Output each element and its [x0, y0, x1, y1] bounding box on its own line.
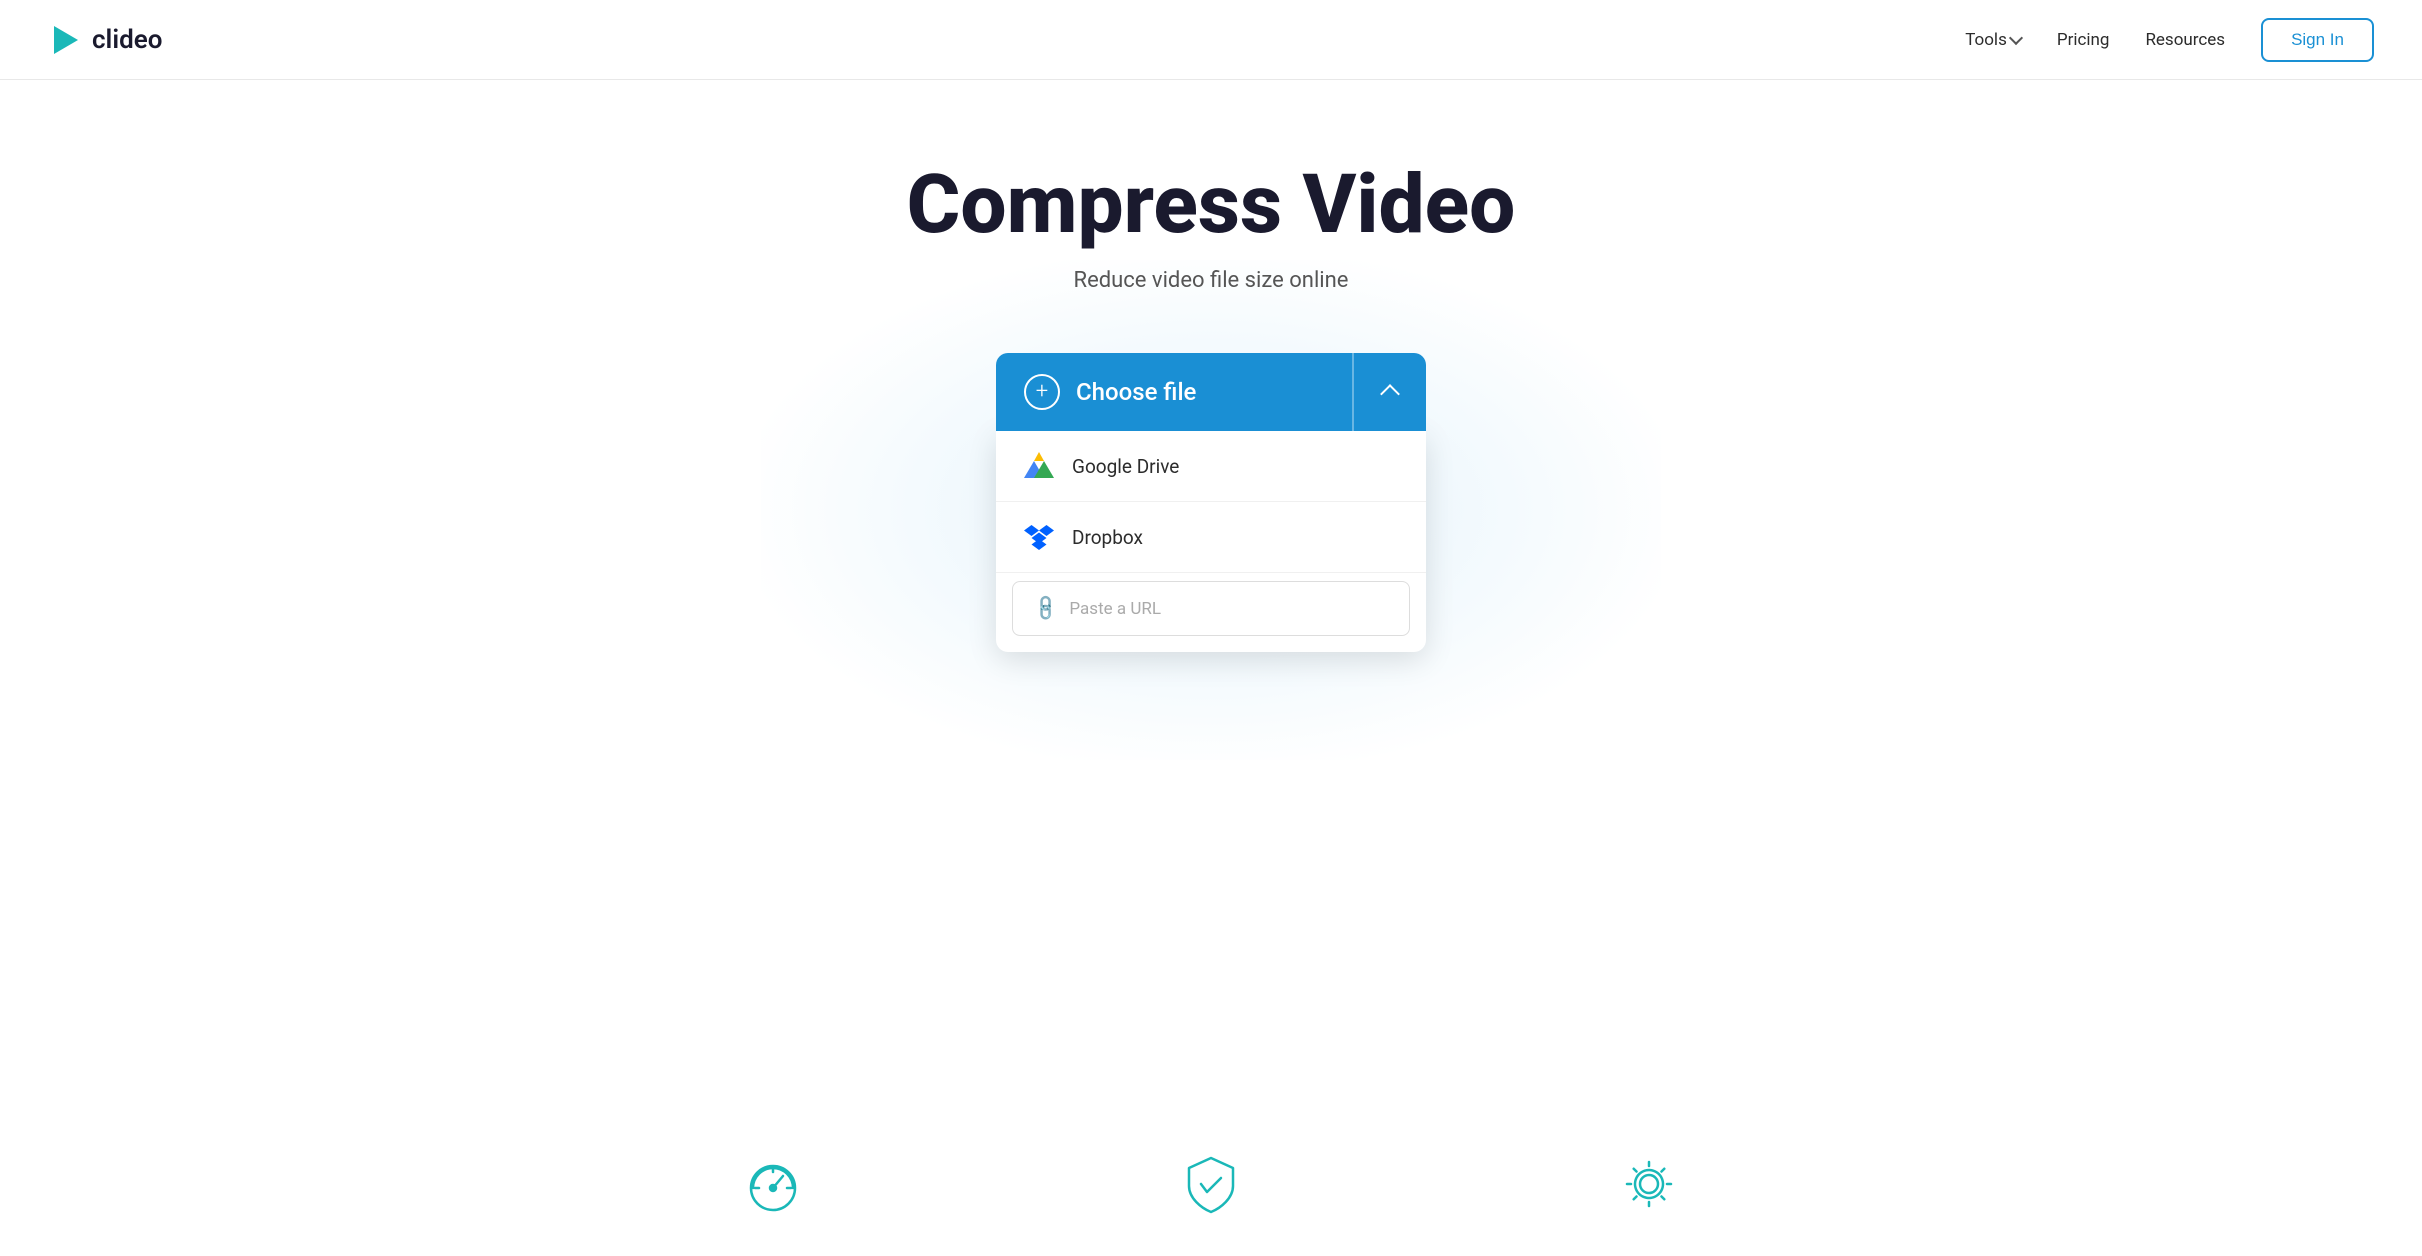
dropdown-toggle[interactable]: [1354, 383, 1426, 401]
choose-file-label: Choose file: [1076, 378, 1196, 406]
chevron-down-icon: [2009, 30, 2023, 44]
pricing-nav-link[interactable]: Pricing: [2057, 30, 2110, 50]
feature-icons-row: [661, 1152, 1761, 1256]
settings-feature: [1617, 1152, 1681, 1216]
resources-nav-link[interactable]: Resources: [2145, 30, 2225, 50]
speed-feature: [741, 1152, 805, 1216]
tools-nav-link[interactable]: Tools: [1965, 30, 2021, 50]
url-input-row[interactable]: 🔗 Paste a URL: [1012, 581, 1410, 636]
dropbox-option[interactable]: Dropbox: [996, 502, 1426, 573]
navbar: clideo Tools Pricing Resources Sign In: [0, 0, 2422, 80]
plus-circle-icon: +: [1024, 374, 1060, 410]
upload-dropdown-panel: Google Drive Dropbox 🔗 Paste a URL: [996, 431, 1426, 652]
choose-file-main-area[interactable]: + Choose file: [996, 374, 1352, 410]
sign-in-button[interactable]: Sign In: [2261, 18, 2374, 62]
speedometer-icon: [741, 1152, 805, 1216]
link-icon: 🔗: [1031, 593, 1062, 624]
nav-links: Tools Pricing Resources Sign In: [1965, 18, 2374, 62]
google-drive-label: Google Drive: [1072, 455, 1179, 478]
chevron-up-icon: [1380, 384, 1400, 404]
page-subtitle: Reduce video file size online: [1074, 268, 1349, 293]
google-drive-option[interactable]: Google Drive: [996, 431, 1426, 502]
url-placeholder-text: Paste a URL: [1069, 599, 1161, 619]
clideo-logo-icon: [48, 22, 84, 58]
dropbox-label: Dropbox: [1072, 526, 1143, 549]
upload-widget: + Choose file: [996, 353, 1426, 652]
hero-section: Compress Video Reduce video file size on…: [0, 80, 2422, 1256]
google-drive-icon: [1024, 451, 1054, 481]
choose-file-button[interactable]: + Choose file: [996, 353, 1426, 431]
shield-check-icon: [1179, 1152, 1243, 1216]
security-feature: [1179, 1152, 1243, 1216]
plus-icon: +: [1036, 381, 1048, 403]
dropbox-icon: [1024, 522, 1054, 552]
page-title: Compress Video: [907, 160, 1516, 250]
logo[interactable]: clideo: [48, 22, 162, 58]
logo-text: clideo: [92, 25, 162, 55]
gear-icon: [1617, 1152, 1681, 1216]
